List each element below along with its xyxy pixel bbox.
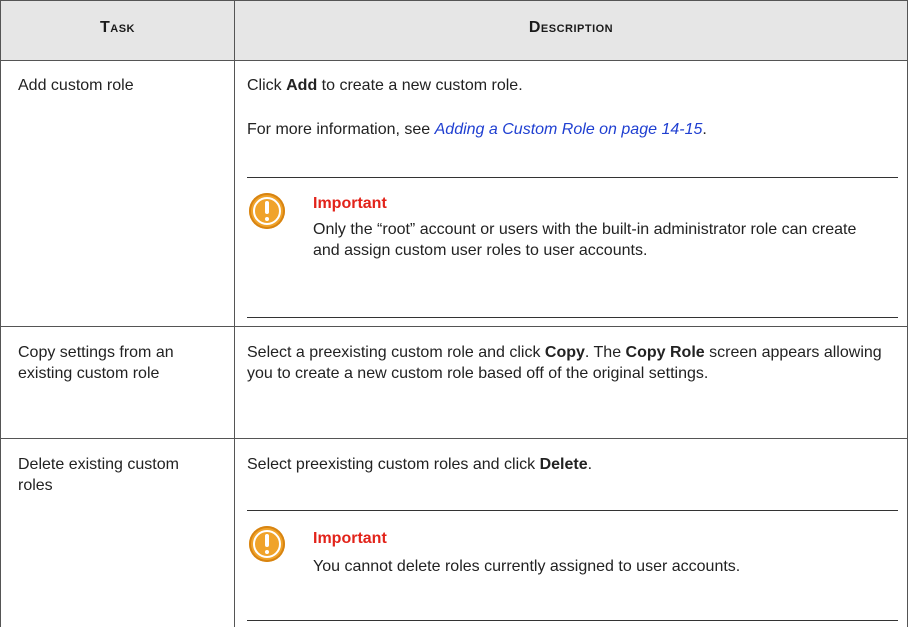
desc-text: . xyxy=(702,121,707,138)
desc-text: to create a new custom role. xyxy=(317,77,523,94)
note-bottom-rule xyxy=(247,317,898,318)
table-top-border xyxy=(0,0,908,1)
table-left-border xyxy=(0,0,1,627)
note-top-rule xyxy=(247,177,898,178)
important-title: Important xyxy=(313,195,387,212)
desc-delete: Select preexisting custom roles and clic… xyxy=(247,454,897,475)
important-text: You cannot delete roles currently assign… xyxy=(313,558,741,575)
task-delete-roles: Delete existing custom roles xyxy=(18,456,179,494)
copy-term: Copy xyxy=(544,344,585,361)
copy-role-term: Copy Role xyxy=(625,344,705,361)
task-add-custom-role: Add custom role xyxy=(18,77,134,94)
note-top-rule xyxy=(247,510,898,511)
important-text: Only the “root” account or users with th… xyxy=(313,221,857,259)
row-divider-1 xyxy=(0,326,908,327)
task-copy-settings: Copy settings from an existing custom ro… xyxy=(18,344,174,382)
desc-text: Click xyxy=(247,77,287,94)
desc-copy: Select a preexisting custom role and cli… xyxy=(247,342,897,384)
desc-text: Select preexisting custom roles and clic… xyxy=(247,456,540,473)
header-bottom-border xyxy=(0,60,908,61)
header-description: Description xyxy=(528,19,614,36)
column-divider xyxy=(234,0,235,627)
important-icon xyxy=(249,526,285,562)
adding-custom-role-link[interactable]: Adding a Custom Role on page 14-15 xyxy=(435,121,703,138)
table-right-border xyxy=(907,0,908,627)
delete-term: Delete xyxy=(539,456,588,473)
desc-text: For more information, see xyxy=(247,121,435,138)
important-icon xyxy=(249,193,285,229)
desc-text: . xyxy=(587,456,593,473)
row-divider-2 xyxy=(0,438,908,439)
desc-add-line2: For more information, see Adding a Custo… xyxy=(247,119,897,140)
desc-text: . The xyxy=(584,344,626,361)
desc-add-line1: Click Add to create a new custom role. xyxy=(247,75,897,96)
desc-text: Select a preexisting custom role and cli… xyxy=(247,344,545,361)
important-title: Important xyxy=(313,530,387,547)
task-table: Task Description Add custom role Click A… xyxy=(0,0,911,627)
add-term: Add xyxy=(286,77,318,94)
header-task: Task xyxy=(100,19,135,36)
note-bottom-rule xyxy=(247,620,898,621)
